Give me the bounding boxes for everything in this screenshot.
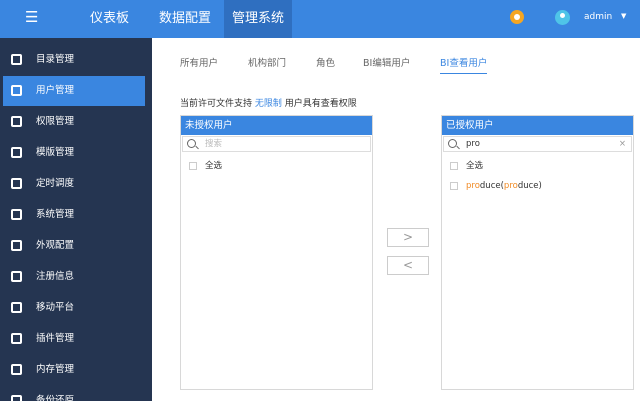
match-text: pro: [503, 181, 518, 191]
sidebar-item-label: 权限管理: [36, 116, 75, 127]
memory-icon: [11, 364, 22, 375]
plugins-icon: [11, 333, 22, 344]
sidebar-item-label: 系统管理: [36, 209, 75, 220]
tab-bi-view-users[interactable]: BI查看用户: [440, 55, 488, 74]
sidebar-item-label: 定时调度: [36, 178, 75, 189]
catalog-icon: [11, 54, 22, 65]
sidebar-item-mobile[interactable]: 移动平台: [3, 293, 145, 323]
menu-icon[interactable]: ☰: [25, 10, 39, 25]
sidebar-item-plugins[interactable]: 插件管理: [3, 324, 145, 354]
select-all-label: 全选: [205, 161, 223, 171]
checkbox[interactable]: [450, 181, 458, 190]
clear-icon[interactable]: ×: [619, 137, 626, 151]
registration-icon: [11, 271, 22, 282]
notice-prefix: 当前许可文件支持: [180, 99, 253, 109]
license-notice: 当前许可文件支持 无限制 用户具有查看权限: [180, 96, 357, 109]
select-all-checkbox[interactable]: 全选: [181, 156, 372, 176]
user-text: duce): [517, 181, 542, 191]
nav-data-config[interactable]: 数据配置: [151, 0, 219, 38]
checkbox[interactable]: [189, 161, 197, 170]
tab-roles[interactable]: 角色: [316, 55, 335, 73]
bell-icon[interactable]: [510, 10, 524, 24]
select-all-label: 全选: [466, 161, 484, 171]
search-value: pro: [466, 139, 480, 149]
nav-dashboard[interactable]: 仪表板: [82, 0, 137, 38]
schedule-icon: [11, 178, 22, 189]
notice-suffix: 用户具有查看权限: [284, 99, 357, 109]
sidebar-item-label: 模版管理: [36, 147, 75, 158]
remove-button[interactable]: <: [387, 256, 429, 275]
sidebar: 目录管理用户管理权限管理模版管理定时调度系统管理外观配置注册信息移动平台插件管理…: [0, 38, 152, 406]
appearance-icon: [11, 240, 22, 251]
sidebar-item-label: 注册信息: [36, 271, 75, 282]
sidebar-item-label: 插件管理: [36, 333, 75, 344]
user-text: duce(: [479, 181, 504, 191]
templates-icon: [11, 147, 22, 158]
sidebar-item-users[interactable]: 用户管理: [3, 76, 145, 106]
sidebar-item-label: 移动平台: [36, 302, 75, 313]
sidebar-item-label: 外观配置: [36, 240, 75, 251]
system-icon: [11, 209, 22, 220]
mobile-icon: [11, 302, 22, 313]
search-icon: [187, 139, 196, 148]
chevron-down-icon[interactable]: ▼: [621, 12, 626, 20]
permissions-icon: [11, 116, 22, 127]
checkbox[interactable]: [450, 161, 458, 170]
list-item[interactable]: produce(produce): [442, 176, 633, 196]
sidebar-item-templates[interactable]: 模版管理: [3, 138, 145, 168]
search-icon: [448, 139, 457, 148]
sidebar-item-appearance[interactable]: 外观配置: [3, 231, 145, 261]
select-all-checkbox[interactable]: 全选: [442, 156, 633, 176]
panel-title: 已授权用户: [442, 116, 633, 135]
username[interactable]: admin: [584, 12, 612, 22]
sidebar-item-permissions[interactable]: 权限管理: [3, 107, 145, 137]
sidebar-item-registration[interactable]: 注册信息: [3, 262, 145, 292]
tab-bi-edit-users[interactable]: BI编辑用户: [363, 55, 410, 73]
sidebar-item-label: 目录管理: [36, 54, 75, 65]
sidebar-item-schedule[interactable]: 定时调度: [3, 169, 145, 199]
avatar[interactable]: [555, 10, 570, 25]
tab-departments[interactable]: 机构部门: [248, 55, 286, 73]
sidebar-item-label: 内存管理: [36, 364, 75, 375]
search-placeholder: 搜索: [205, 139, 223, 149]
sidebar-item-backup[interactable]: 备份还原: [3, 386, 145, 416]
panel-title: 未授权用户: [181, 116, 372, 135]
sidebar-item-memory[interactable]: 内存管理: [3, 355, 145, 385]
authorized-users-panel: 已授权用户 pro × 全选 produce(produce): [441, 115, 634, 390]
search-input[interactable]: 搜索: [182, 136, 371, 152]
search-input[interactable]: pro ×: [443, 136, 632, 152]
tab-all-users[interactable]: 所有用户: [180, 55, 218, 73]
notice-limit: 无限制: [254, 99, 282, 109]
match-text: pro: [466, 181, 480, 191]
sidebar-item-catalog[interactable]: 目录管理: [3, 45, 145, 75]
sidebar-item-label: 用户管理: [36, 85, 75, 96]
users-icon: [11, 85, 22, 96]
add-button[interactable]: >: [387, 228, 429, 247]
unauthorized-users-panel: 未授权用户 搜索 全选: [180, 115, 373, 390]
nav-admin[interactable]: 管理系统: [224, 0, 293, 38]
top-header: ☰ 仪表板 数据配置 管理系统 admin ▼: [0, 0, 640, 38]
sidebar-item-system[interactable]: 系统管理: [3, 200, 145, 230]
